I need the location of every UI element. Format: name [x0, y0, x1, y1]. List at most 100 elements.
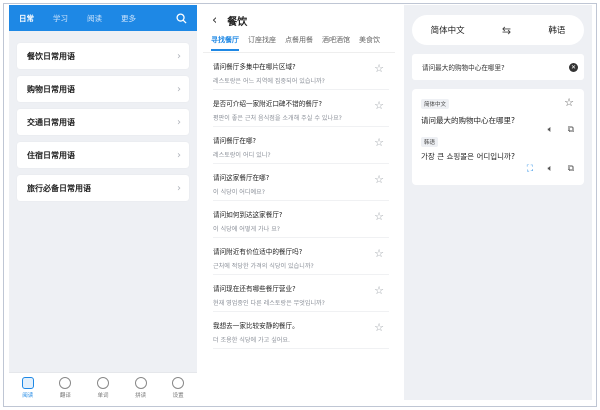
back-arrow-icon[interactable]: ‹ [212, 13, 217, 28]
phrase-chinese: 我想去一家比较安静的餐厅。 [213, 322, 299, 330]
swap-arrows-icon[interactable]: ⇆ [502, 24, 511, 37]
target-text: 가장 큰 쇼핑몰은 어디입니까? [421, 152, 515, 161]
book-icon [21, 377, 34, 389]
source-language-tag: 简体中文 [421, 99, 450, 109]
tab-reading[interactable]: 阅读 [87, 13, 102, 24]
page-title: 餐饮 [227, 16, 248, 28]
category-label: 购物日常用语 [27, 84, 75, 94]
phrase-korean: 더 조용한 식당에 가고 싶어요. [213, 337, 290, 344]
star-icon[interactable]: ☆ [374, 99, 384, 112]
phrase-korean: 이 식당이 어디예요? [213, 189, 265, 196]
source-language-button[interactable]: 简体中文 [431, 24, 465, 36]
chevron-right-icon: › [177, 149, 181, 161]
phrase-korean: 레스토랑이 어디 있니? [213, 152, 271, 159]
phrase-korean: 이 식당에 어떻게 가나 요? [213, 226, 281, 233]
star-icon[interactable]: ☆ [374, 210, 384, 223]
speaker-icon[interactable]: 🔈︎ [548, 125, 553, 135]
tab-reservation[interactable]: 订座找座 [248, 35, 276, 49]
phrase-item[interactable]: 请问现在还有哪些餐厅营业? 현재 영업중인 다른 레스토랑은 무엇입니까? ☆ [213, 275, 389, 312]
nav-reading[interactable]: 阅读 [9, 373, 47, 400]
words-icon [96, 377, 109, 389]
chevron-right-icon: › [177, 182, 181, 194]
chevron-right-icon: › [177, 116, 181, 128]
bottom-nav: 阅读 翻译 单词 拼读 设置 [9, 372, 197, 400]
phrase-item[interactable]: 请问如何到达这家餐厅? 이 식당에 어떻게 가나 요? ☆ [213, 201, 389, 238]
phrase-korean: 현재 영업중인 다른 레스토랑은 무엇입니까? [213, 300, 325, 307]
phrase-item[interactable]: 请问餐厅在哪? 레스토랑이 어디 있니? ☆ [213, 127, 389, 164]
star-icon[interactable]: ☆ [374, 321, 384, 334]
phrase-chinese: 请问附近有价位适中的餐厅吗? [213, 248, 303, 256]
nav-settings[interactable]: 设置 [159, 373, 197, 400]
home-screen: 日常 学习 阅读 更多 餐饮日常用语 › 购物日常用语 › 交通日常用语 › 住… [9, 5, 197, 400]
nav-label: 单词 [97, 393, 109, 399]
tab-study[interactable]: 学习 [53, 13, 68, 24]
star-icon[interactable]: ☆ [374, 284, 384, 297]
category-label: 交通日常用语 [27, 117, 75, 127]
nav-translate[interactable]: 翻译 [47, 373, 85, 400]
compass-icon [134, 377, 147, 389]
category-list: 餐饮日常用语 › 购物日常用语 › 交通日常用语 › 住宿日常用语 › 旅行必备… [9, 31, 197, 201]
tab-food[interactable]: 美食饮 [359, 35, 380, 49]
fullscreen-icon[interactable]: ⛶ [527, 164, 533, 174]
top-tab-bar: 日常 学习 阅读 更多 [9, 5, 197, 31]
translation-input[interactable]: 请问最大的购物中心在哪里? ✕ [412, 54, 584, 80]
phrase-korean: 근처에 적당한 가격의 식당이 있습니까? [213, 263, 314, 270]
nav-label: 设置 [172, 393, 184, 399]
star-icon[interactable]: ☆ [374, 173, 384, 186]
phrase-chinese: 请问餐厅多集中在哪片区域? [213, 63, 296, 71]
category-label: 旅行必备日常用语 [27, 183, 91, 193]
phrase-chinese: 请问现在还有哪些餐厅营业? [213, 285, 296, 293]
phrase-item[interactable]: 我想去一家比较安静的餐厅。 더 조용한 식당에 가고 싶어요. ☆ [213, 312, 389, 349]
clear-icon[interactable]: ✕ [569, 62, 578, 72]
chevron-right-icon: › [177, 83, 181, 95]
category-item-lodging[interactable]: 住宿日常用语 › [17, 142, 189, 168]
nav-label: 阅读 [22, 393, 34, 399]
category-label: 住宿日常用语 [27, 150, 75, 160]
star-icon[interactable]: ☆ [564, 96, 574, 109]
speaker-icon[interactable]: 🔈︎ [548, 164, 553, 174]
category-item-transport[interactable]: 交通日常用语 › [17, 109, 189, 135]
phrase-item[interactable]: 是否可介绍一家附近口碑不错的餐厅? 평판이 좋은 근처 음식점을 소개해 주실 … [213, 90, 389, 127]
star-icon[interactable]: ☆ [374, 247, 384, 260]
category-item-dining[interactable]: 餐饮日常用语 › [17, 43, 189, 69]
phrase-korean: 평판이 좋은 근처 음식점을 소개해 주실 수 있나요? [213, 115, 342, 122]
tab-ordering[interactable]: 点餐用餐 [285, 35, 313, 49]
phrase-chinese: 请问这家餐厅在哪? [213, 174, 270, 182]
phrase-item[interactable]: 请问餐厅多集中在哪片区域? 레스토랑은 어느 지역에 집중되어 있습니까? ☆ [213, 53, 389, 90]
language-selector: 简体中文 ⇆ 韩语 [412, 15, 584, 45]
search-icon[interactable] [176, 12, 187, 24]
nav-label: 拼读 [135, 393, 147, 399]
tab-more[interactable]: 更多 [121, 13, 136, 24]
star-icon[interactable]: ☆ [374, 62, 384, 75]
phrase-chinese: 请问餐厅在哪? [213, 137, 257, 145]
target-language-button[interactable]: 韩语 [548, 24, 565, 36]
subcategory-tabs: 寻找餐厅 订座找座 点餐用餐 酒吧酒馆 美食饮 [203, 35, 395, 53]
phrase-item[interactable]: 请问这家餐厅在哪? 이 식당이 어디예요? ☆ [213, 164, 389, 201]
category-item-shopping[interactable]: 购物日常用语 › [17, 76, 189, 102]
gear-icon [172, 377, 185, 389]
translation-result-card: 简体中文 ☆ 请问最大的购物中心在哪里? 🔈︎ ⧉ 韩语 가장 큰 쇼핑몰은 어… [412, 89, 584, 185]
phrase-korean: 레스토랑은 어느 지역에 집중되어 있습니까? [213, 78, 325, 85]
category-item-travel[interactable]: 旅行必备日常用语 › [17, 175, 189, 201]
translate-icon [59, 377, 72, 389]
phrase-chinese: 请问如何到达这家餐厅? [213, 211, 283, 219]
phrase-item[interactable]: 请问附近有价位适中的餐厅吗? 근처에 적당한 가격의 식당이 있습니까? ☆ [213, 238, 389, 275]
tab-daily[interactable]: 日常 [19, 13, 34, 24]
translate-screen: 简体中文 ⇆ 韩语 请问最大的购物中心在哪里? ✕ 简体中文 ☆ 请问最大的购物… [404, 5, 592, 400]
input-text: 请问最大的购物中心在哪里? [422, 64, 505, 72]
nav-spelling[interactable]: 拼读 [122, 373, 160, 400]
copy-icon[interactable]: ⧉ [568, 164, 574, 174]
phrase-list: 请问餐厅多集中在哪片区域? 레스토랑은 어느 지역에 집중되어 있습니까? ☆ … [203, 53, 395, 349]
source-text: 请问最大的购物中心在哪里? [421, 116, 515, 125]
chevron-right-icon: › [177, 50, 181, 62]
category-label: 餐饮日常用语 [27, 51, 75, 61]
tab-bar[interactable]: 酒吧酒馆 [322, 35, 350, 49]
star-icon[interactable]: ☆ [374, 136, 384, 149]
dining-phrases-screen: ‹ 餐饮 寻找餐厅 订座找座 点餐用餐 酒吧酒馆 美食饮 请问餐厅多集中在哪片区… [203, 5, 395, 400]
header: ‹ 餐饮 [203, 5, 395, 35]
copy-icon[interactable]: ⧉ [568, 125, 574, 135]
target-language-tag: 韩语 [421, 137, 439, 147]
nav-label: 翻译 [59, 393, 71, 399]
nav-words[interactable]: 单词 [84, 373, 122, 400]
tab-find-restaurant[interactable]: 寻找餐厅 [211, 35, 239, 51]
